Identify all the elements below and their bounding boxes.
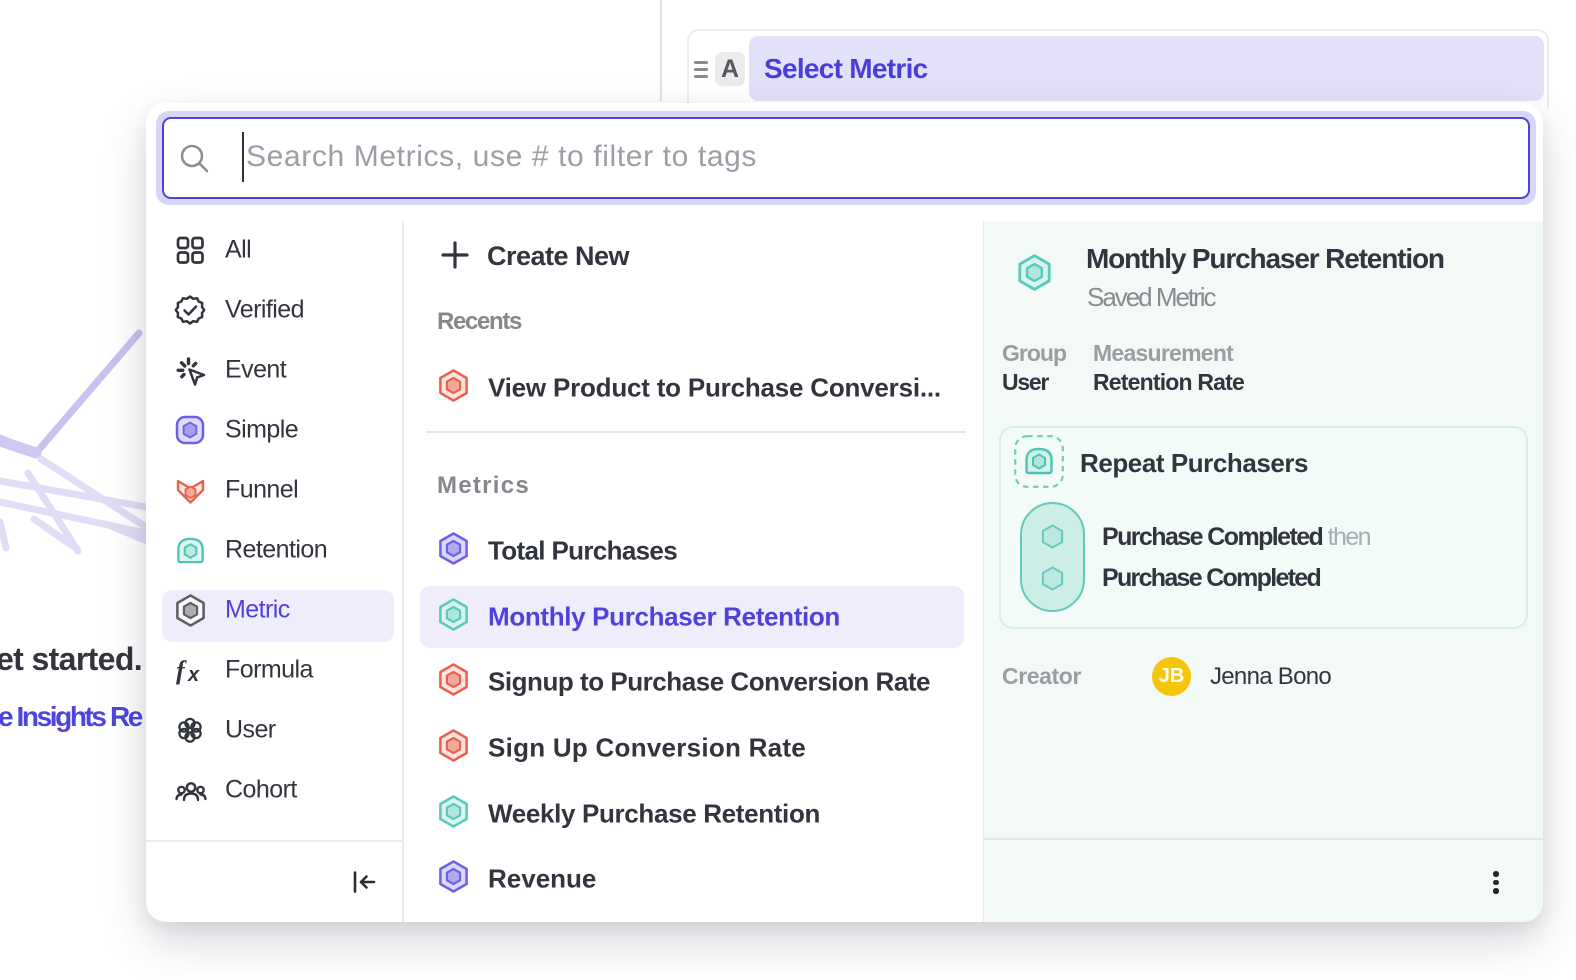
svg-text:x: x — [187, 664, 200, 686]
svg-text:f: f — [176, 656, 187, 685]
